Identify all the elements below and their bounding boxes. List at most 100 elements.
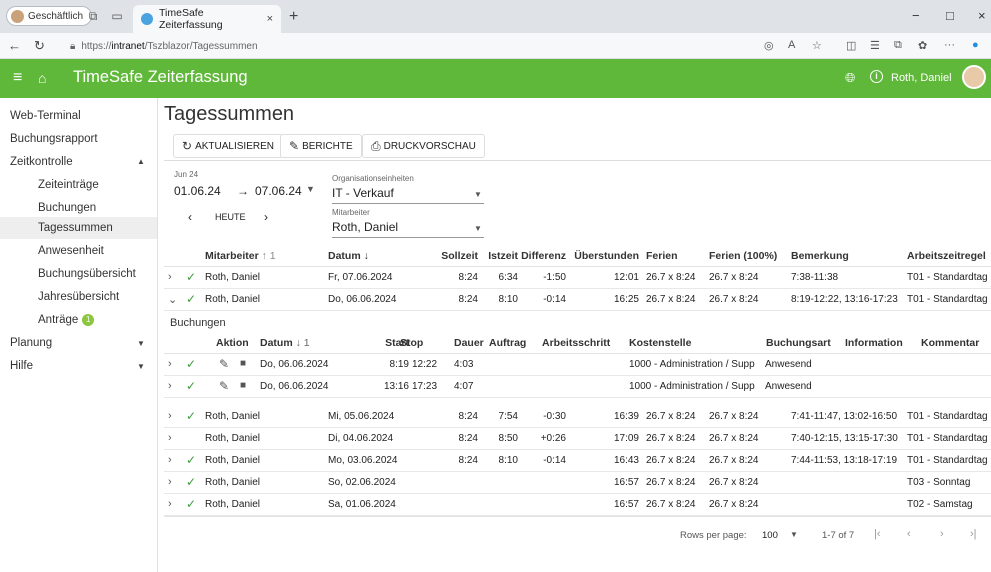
next-period-button[interactable]: › <box>264 210 268 224</box>
date-to[interactable]: 07.06.24 <box>255 184 302 198</box>
expand-row-icon[interactable]: › <box>168 454 172 466</box>
info-icon[interactable]: i <box>870 70 883 83</box>
chevron-down-icon[interactable]: ▼ <box>474 190 482 199</box>
read-aloud-icon[interactable]: A <box>788 39 795 51</box>
col-vacation100[interactable]: Ferien (100%) <box>709 250 777 262</box>
col-date[interactable]: Datum ↓ <box>328 250 369 262</box>
chevron-down-icon[interactable]: ▼ <box>790 530 798 539</box>
expand-row-icon[interactable]: › <box>168 358 172 370</box>
sidebar-item-web-terminal[interactable]: Web-Terminal <box>10 110 81 122</box>
globe-icon[interactable]: 🌐︎ <box>845 70 855 86</box>
expand-icon[interactable]: ▼ <box>137 362 145 371</box>
col-diff[interactable]: Differenz <box>508 250 566 262</box>
subcol-stop[interactable]: Stop <box>400 337 423 349</box>
url-field[interactable]: 🔒︎ https://intranet/Tszblazor/Tagessumme… <box>64 36 720 56</box>
expand-row-icon[interactable]: › <box>168 410 172 422</box>
table-row[interactable]: › ✓ Roth, Daniel So, 02.06.2024 16:57 26.7 x … <box>164 472 991 494</box>
menu-icon[interactable]: ≡ <box>13 69 22 87</box>
employee-select[interactable]: Roth, Daniel <box>332 220 398 234</box>
rows-per-page-select[interactable]: 100 <box>762 530 778 541</box>
extensions-icon[interactable]: ✿ <box>918 39 927 52</box>
last-page-icon[interactable]: ›| <box>970 528 977 540</box>
favorite-icon[interactable]: ☆ <box>812 39 822 52</box>
subcol-order[interactable]: Auftrag <box>489 337 526 349</box>
favorites-list-icon[interactable]: ☰ <box>870 39 880 52</box>
split-screen-icon[interactable]: ◫ <box>846 39 856 52</box>
subcol-info[interactable]: Information <box>845 337 903 349</box>
expand-row-icon[interactable]: › <box>168 271 172 283</box>
copilot-icon[interactable]: ● <box>972 39 979 51</box>
print-preview-button[interactable]: ⎙ DRUCKVORSCHAU <box>362 134 485 158</box>
collapse-icon[interactable]: ▲ <box>137 157 145 166</box>
sidebar-item-tagessummen[interactable]: Tagessummen <box>0 217 157 239</box>
expand-icon[interactable]: ▼ <box>137 339 145 348</box>
expand-row-icon[interactable]: › <box>168 498 172 510</box>
sidebar-item-jahresuebersicht[interactable]: Jahresübersicht <box>38 291 119 303</box>
date-from[interactable]: 01.06.24 <box>174 184 221 198</box>
col-target[interactable]: Sollzeit <box>424 250 478 262</box>
subcol-action[interactable]: Aktion <box>216 337 249 349</box>
reload-icon[interactable]: ↻ <box>34 38 45 54</box>
sidebar-item-anwesenheit[interactable]: Anwesenheit <box>38 245 104 257</box>
col-rule[interactable]: Arbeitszeitregel <box>907 250 986 262</box>
col-vacation[interactable]: Ferien <box>646 250 678 262</box>
location-icon[interactable]: ◎ <box>764 39 774 52</box>
subcol-comment[interactable]: Kommentar <box>921 337 979 349</box>
next-page-icon[interactable]: › <box>940 528 944 540</box>
prev-page-icon[interactable]: ‹ <box>907 528 911 540</box>
subcol-duration[interactable]: Dauer <box>454 337 484 349</box>
tab-actions-icon[interactable]: ▭ <box>110 9 124 23</box>
close-window-button[interactable]: × <box>978 8 986 23</box>
browser-tab[interactable]: TimeSafe Zeiterfassung × <box>133 5 281 33</box>
subcol-date[interactable]: Datum ↓ 1 <box>260 337 310 349</box>
expand-row-icon[interactable]: › <box>168 476 172 488</box>
sidebar-item-planung[interactable]: Planung <box>10 337 52 349</box>
expand-row-icon[interactable]: › <box>168 432 172 444</box>
table-row[interactable]: › Roth, Daniel Di, 04.06.2024 8:24 8:50 +0:26… <box>164 428 991 450</box>
minimize-button[interactable]: − <box>912 8 920 23</box>
chevron-down-icon[interactable]: ▼ <box>474 224 482 233</box>
table-row[interactable]: › ✓ Roth, Daniel Fr, 07.06.2024 8:24 6:34 -1:5… <box>164 267 991 289</box>
expand-row-icon[interactable]: › <box>168 380 172 392</box>
table-row[interactable]: › ✓ Roth, Daniel Mi, 05.06.2024 8:24 7:54 -0:3… <box>164 406 991 428</box>
table-row[interactable]: › ✓ Roth, Daniel Sa, 01.06.2024 16:57 26.7 x … <box>164 494 991 516</box>
subcol-step[interactable]: Arbeitsschritt <box>542 337 610 349</box>
maximize-button[interactable]: □ <box>946 8 954 23</box>
edit-icon[interactable]: ✎ <box>219 357 229 371</box>
table-row[interactable]: › ✓ Roth, Daniel Mo, 03.06.2024 8:24 8:10 -0:1… <box>164 450 991 472</box>
col-employee[interactable]: Mitarbeiter ↑ 1 <box>205 250 276 262</box>
stop-icon[interactable]: ■ <box>240 380 246 391</box>
reports-button[interactable]: ✎ BERICHTE <box>280 134 362 158</box>
expand-row-icon[interactable]: ⌄ <box>168 293 177 306</box>
home-icon[interactable]: ⌂ <box>38 70 46 86</box>
org-select[interactable]: IT - Verkauf <box>332 186 394 200</box>
prev-period-button[interactable]: ‹ <box>188 210 192 224</box>
edit-icon[interactable]: ✎ <box>219 379 229 393</box>
user-name[interactable]: Roth, Daniel <box>891 72 952 84</box>
new-tab-button[interactable]: + <box>289 8 298 26</box>
sidebar-item-zeitkontrolle[interactable]: Zeitkontrolle <box>10 156 73 168</box>
profile-button[interactable]: Geschäftlich <box>6 6 93 26</box>
more-icon[interactable]: ··· <box>944 39 955 51</box>
sidebar-item-hilfe[interactable]: Hilfe <box>10 360 33 372</box>
today-button[interactable]: HEUTE <box>215 212 246 222</box>
sidebar-item-zeiteintraege[interactable]: Zeiteinträge <box>38 179 99 191</box>
date-dropdown-icon[interactable]: ▼ <box>306 184 315 194</box>
booking-row[interactable]: › ✓ ✎ ■ Do, 06.06.2024 8:19 12:22 4:03 1000 - Ad… <box>164 354 991 376</box>
stop-icon[interactable]: ■ <box>240 358 246 369</box>
refresh-button[interactable]: ↻ AKTUALISIEREN <box>173 134 283 158</box>
sidebar-item-buchungsuebersicht[interactable]: Buchungsübersicht <box>38 268 136 280</box>
booking-row[interactable]: › ✓ ✎ ■ Do, 06.06.2024 13:16 17:23 4:07 1000 - A… <box>164 376 991 398</box>
tab-close-icon[interactable]: × <box>267 13 273 25</box>
workspaces-icon[interactable]: ⧉ <box>86 9 100 23</box>
sidebar-item-buchungsrapport[interactable]: Buchungsrapport <box>10 133 98 145</box>
sidebar-item-antraege[interactable]: Anträge 1 <box>38 314 95 326</box>
subcol-type[interactable]: Buchungsart <box>766 337 831 349</box>
first-page-icon[interactable]: |‹ <box>874 528 881 540</box>
col-overtime[interactable]: Überstunden <box>559 250 639 262</box>
back-icon[interactable]: ← <box>8 38 21 53</box>
collections-icon[interactable]: ⧉ <box>894 39 902 52</box>
table-row[interactable]: ⌄ ✓ Roth, Daniel Do, 06.06.2024 8:24 8:10 -0:1… <box>164 289 991 311</box>
sidebar-item-buchungen[interactable]: Buchungen <box>38 202 96 214</box>
subcol-cost[interactable]: Kostenstelle <box>629 337 691 349</box>
